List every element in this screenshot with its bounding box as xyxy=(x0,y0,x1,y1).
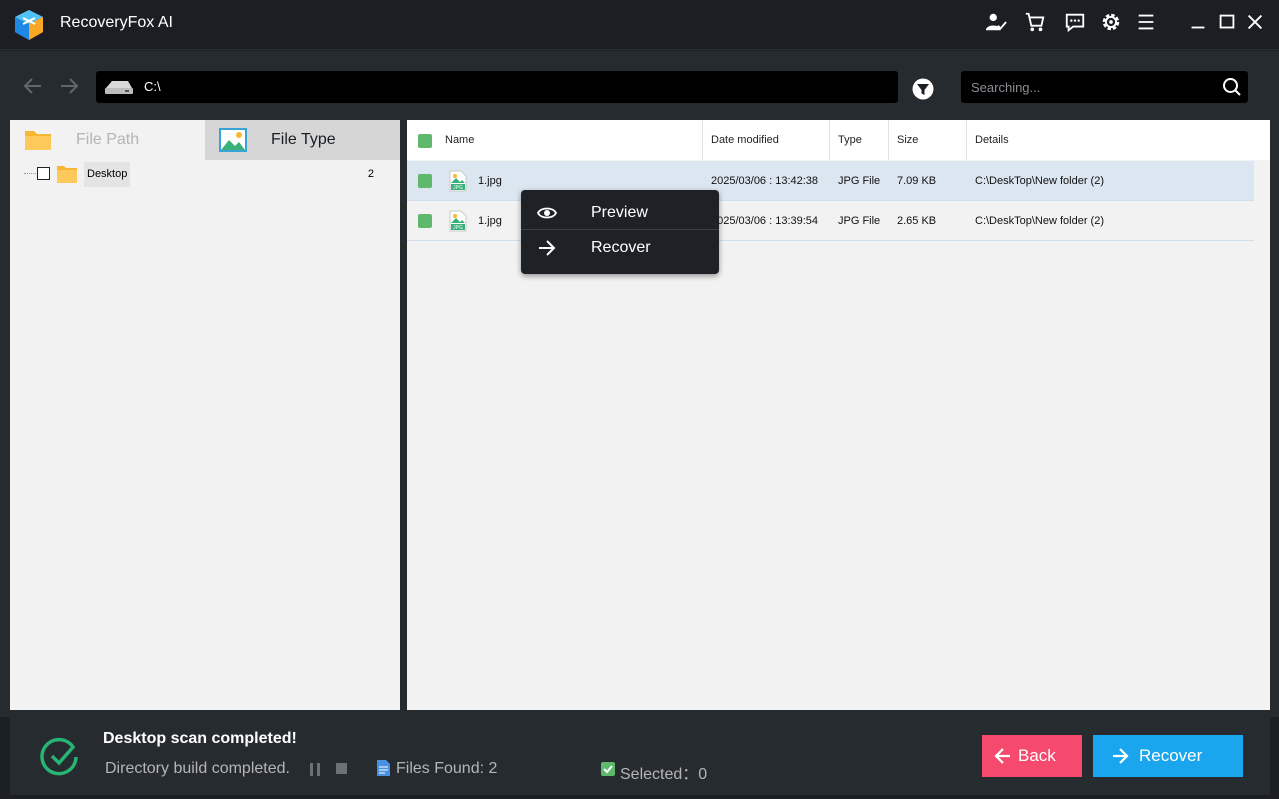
column-header-type[interactable]: Type xyxy=(838,120,862,160)
minimize-icon[interactable] xyxy=(1186,10,1210,34)
tree-connector xyxy=(24,173,36,174)
arrow-left-icon xyxy=(994,748,1010,764)
selected-count-text: Selected：0 xyxy=(620,766,708,783)
recover-button[interactable]: Recover xyxy=(1093,735,1243,777)
column-divider xyxy=(888,120,889,160)
row-date: 2025/03/06 : 13:39:54 xyxy=(711,215,819,227)
column-divider xyxy=(702,120,703,160)
row-size: 7.09 KB xyxy=(897,175,937,187)
status-title: Desktop scan completed! xyxy=(103,730,297,747)
row-checkbox[interactable] xyxy=(418,174,432,188)
close-icon[interactable] xyxy=(1243,10,1267,34)
navigation-bar: C:\ xyxy=(0,51,1279,117)
chat-icon[interactable] xyxy=(1063,10,1087,34)
document-icon xyxy=(377,760,390,776)
gear-icon[interactable] xyxy=(1099,10,1123,34)
search-input[interactable] xyxy=(961,71,1211,103)
back-button-label: Back xyxy=(1018,746,1056,765)
tree-item-desktop[interactable]: Desktop 2 xyxy=(10,162,400,188)
row-name: 1.jpg xyxy=(478,215,502,227)
status-bar: Desktop scan completed! Directory build … xyxy=(10,717,1270,795)
path-text: C:\ xyxy=(144,79,161,94)
selected-check-icon xyxy=(601,762,615,776)
left-panel: File Path File Type Desktop 2 xyxy=(10,120,400,710)
stop-icon[interactable] xyxy=(336,763,347,774)
app-logo-icon xyxy=(15,10,43,40)
context-menu-preview[interactable]: Preview xyxy=(521,196,719,230)
arrow-right-icon xyxy=(1113,748,1129,764)
user-check-icon[interactable] xyxy=(984,10,1008,34)
column-divider xyxy=(966,120,967,160)
select-all-checkbox[interactable] xyxy=(418,134,432,148)
folder-icon xyxy=(25,131,51,150)
forward-arrow-icon[interactable] xyxy=(58,75,80,97)
tab-file-path[interactable]: File Path xyxy=(10,120,205,160)
back-arrow-icon[interactable] xyxy=(22,75,44,97)
column-divider xyxy=(829,120,830,160)
pause-icon[interactable] xyxy=(309,763,321,776)
folder-icon xyxy=(57,166,77,183)
column-header-date[interactable]: Date modified xyxy=(711,120,779,160)
image-type-icon xyxy=(219,128,247,152)
arrow-right-icon xyxy=(539,240,556,256)
tab-file-type-label: File Type xyxy=(271,131,336,148)
jpg-file-icon: JPG xyxy=(449,210,467,232)
row-checkbox[interactable] xyxy=(418,214,432,228)
column-header-name[interactable]: Name xyxy=(445,120,474,160)
context-menu-recover-label: Recover xyxy=(591,239,651,256)
tree-item-checkbox[interactable] xyxy=(37,167,50,180)
context-menu-preview-label: Preview xyxy=(591,204,648,221)
eye-icon xyxy=(537,207,557,219)
column-header-size[interactable]: Size xyxy=(897,120,918,160)
back-button[interactable]: Back xyxy=(982,735,1082,777)
tree-item-count: 2 xyxy=(367,168,374,180)
drive-icon xyxy=(105,81,133,94)
cart-icon[interactable] xyxy=(1023,10,1047,34)
tab-file-path-label: File Path xyxy=(76,131,140,148)
context-menu-recover[interactable]: Recover xyxy=(521,231,719,265)
row-details: C:\DeskTop\New folder (2) xyxy=(975,175,1104,187)
row-date: 2025/03/06 : 13:42:38 xyxy=(711,175,819,187)
row-details: C:\DeskTop\New folder (2) xyxy=(975,215,1104,227)
status-subtitle: Directory build completed. xyxy=(105,760,290,777)
row-name: 1.jpg xyxy=(478,175,502,187)
column-header-details[interactable]: Details xyxy=(975,120,1009,160)
row-size: 2.65 KB xyxy=(897,215,937,227)
row-type: JPG File xyxy=(838,175,881,187)
menu-icon[interactable] xyxy=(1134,10,1158,34)
search-box xyxy=(961,71,1248,103)
search-icon[interactable] xyxy=(1222,77,1242,97)
tree-item-label: Desktop xyxy=(84,162,131,187)
maximize-icon[interactable] xyxy=(1215,10,1239,34)
svg-text:JPG: JPG xyxy=(453,225,463,231)
recover-button-label: Recover xyxy=(1139,746,1203,765)
svg-text:JPG: JPG xyxy=(453,185,463,191)
jpg-file-icon: JPG xyxy=(449,170,467,192)
row-type: JPG File xyxy=(838,215,881,227)
title-bar: RecoveryFox AI xyxy=(0,0,1279,50)
filter-icon[interactable] xyxy=(912,78,934,100)
context-menu: Preview Recover xyxy=(521,190,719,274)
path-field[interactable]: C:\ xyxy=(96,71,898,103)
tab-file-type[interactable]: File Type xyxy=(205,120,400,160)
files-found-text: Files Found: 2 xyxy=(396,760,498,777)
table-header: Name Date modified Type Size Details xyxy=(407,120,1270,160)
app-title: RecoveryFox AI xyxy=(60,14,173,31)
completed-check-icon xyxy=(40,737,78,776)
